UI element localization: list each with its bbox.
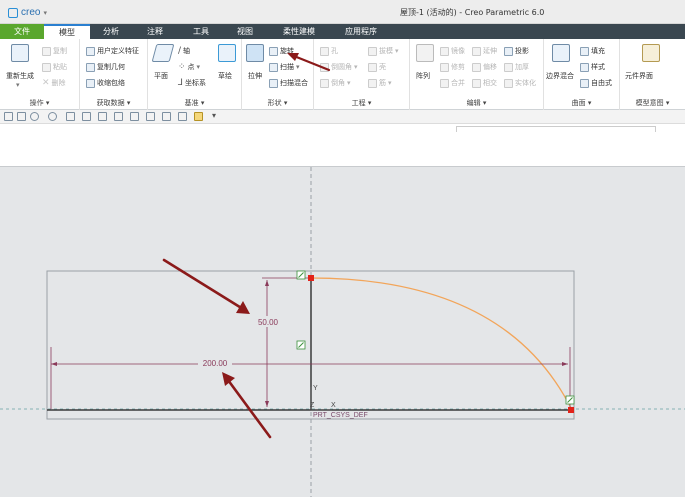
csys-x-label: X [331,402,336,409]
dimension-arrow-right [562,362,568,366]
csys-z-label: Z [310,402,315,409]
sketch-drawing: 200.00 50.00 Y Z X PRT_CSYS_DEF [0,167,685,497]
annotation-arrowhead [222,372,235,386]
annotation-arrow-revolve [292,54,331,72]
dimension-vertical-value[interactable]: 50.00 [258,318,279,327]
csys-name-label[interactable]: PRT_CSYS_DEF [313,412,368,419]
dimension-horizontal-value[interactable]: 200.00 [203,359,228,368]
sketch-arc[interactable] [310,277,573,411]
arc-start-point[interactable] [308,275,314,281]
arc-end-point[interactable] [568,407,574,413]
annotation-arrow-vertical [162,258,245,311]
dimension-arrow-top [265,280,269,286]
dimension-arrow-bottom [265,401,269,407]
graphics-window[interactable]: 200.00 50.00 Y Z X PRT_CSYS_DEF [0,166,685,497]
csys-y-label: Y [313,385,318,392]
annotation-arrowhead [236,301,250,314]
ribbon-annotation-overlay [287,53,331,72]
dimension-arrow-left [51,362,57,366]
